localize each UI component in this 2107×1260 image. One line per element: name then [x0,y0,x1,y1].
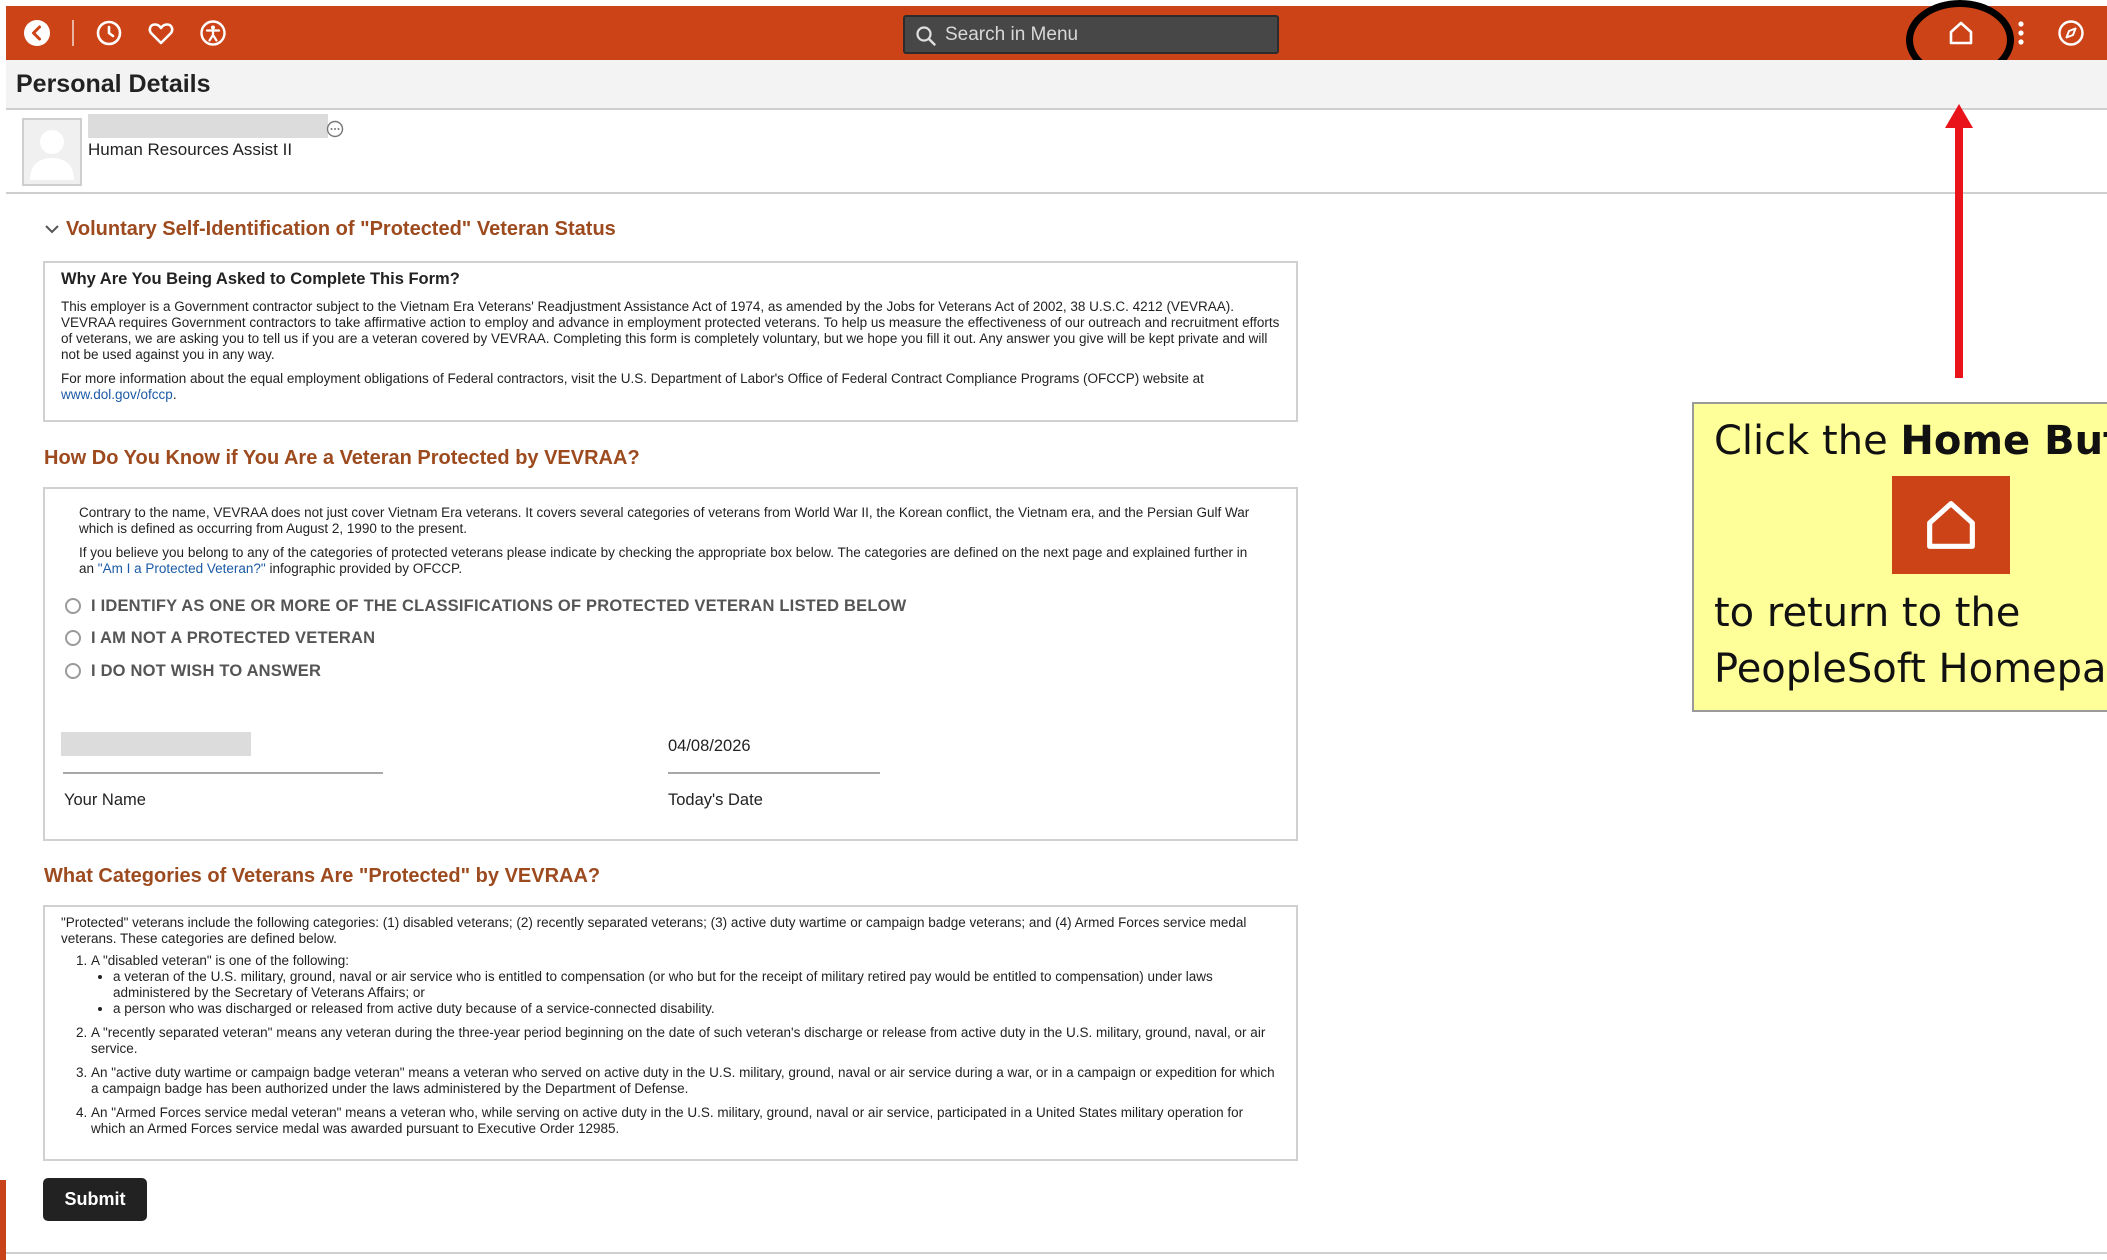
categories-intro-paragraph: "Protected" veterans include the followi… [61,915,1247,946]
accessibility-button[interactable] [196,16,230,50]
top-navigation-bar: Search in Menu [6,6,2107,60]
callout-line-1: Click the Home Button [1714,418,2107,464]
ofccp-info-text: For more information about the equal emp… [61,371,1204,386]
categories-instruction-paragraph: If you believe you belong to any of the … [79,545,1266,577]
radio-option-not-protected[interactable]: I AM NOT A PROTECTED VETERAN [65,630,375,646]
navigator-compass-icon [2058,20,2084,46]
veteran-categories-box: "Protected" veterans include the followi… [43,905,1298,1161]
why-asked-title: Why Are You Being Asked to Complete This… [61,270,460,288]
section-categories-title: What Categories of Veterans Are "Protect… [44,865,601,887]
why-asked-box: Why Are You Being Asked to Complete This… [43,261,1298,422]
section-veteran-status-header[interactable]: Voluntary Self-Identification of "Protec… [44,218,616,241]
veteran-status-form-box: Contrary to the name, VEVRAA does not ju… [43,487,1298,841]
avatar [22,118,82,186]
section-veteran-status-title: Voluntary Self-Identification of "Protec… [66,218,616,240]
back-icon [24,20,50,46]
back-button[interactable] [20,16,54,50]
chevron-down-icon [44,218,60,241]
toolbar-separator [72,20,74,46]
page-title-bar: Personal Details [6,60,2107,110]
categories-instruction-end: infographic provided by OFCCP. [265,561,463,576]
disabled-veteran-bullets: a veteran of the U.S. military, ground, … [113,969,1280,1017]
todays-date-label: Today's Date [668,791,763,809]
callout-line-3: PeopleSoft Homepage [1714,646,2107,692]
home-icon [1927,501,1975,549]
favorites-button[interactable] [144,16,178,50]
radio-label: I DO NOT WISH TO ANSWER [91,662,322,680]
list-item: a person who was discharged or released … [113,1001,1280,1017]
favorites-icon [148,23,174,45]
radio-button[interactable] [65,663,81,679]
protected-veteran-infographic-link[interactable]: "Am I a Protected Veteran?" [98,561,266,576]
callout-line-2: to return to the [1714,590,2021,636]
radio-button[interactable] [65,630,81,646]
category-item: An "active duty wartime or campaign badg… [91,1065,1280,1097]
categories-list: A "disabled veteran" is one of the follo… [79,953,1280,1137]
employee-profile-header: Human Resources Assist II [6,110,2107,194]
category-item: An "Armed Forces service medal veteran" … [91,1105,1280,1137]
callout-home-button-image [1892,476,2010,574]
history-icon [96,20,122,46]
search-input[interactable]: Search in Menu [903,15,1279,54]
vevraa-coverage-paragraph: Contrary to the name, VEVRAA does not ju… [79,505,1250,536]
category-disabled-text: A "disabled veteran" is one of the follo… [91,953,349,968]
your-name-label: Your Name [64,791,146,809]
more-options-icon [326,120,344,138]
ofccp-info-end: . [172,387,177,402]
callout-home-button-text: Home Button [1900,418,2107,464]
kebab-menu-icon [2018,21,2024,45]
search-icon [915,25,937,53]
category-item: A "recently separated veteran" means any… [91,1025,1280,1057]
ofccp-website-link[interactable]: www.dol.gov/ofccp [61,387,173,402]
navigator-button[interactable] [2054,16,2088,50]
your-name-value-redacted [61,732,251,756]
avatar-icon [30,130,74,180]
radio-label: I AM NOT A PROTECTED VETERAN [91,629,376,647]
todays-date-value: 04/08/2026 [668,737,751,755]
your-name-underline [63,772,383,774]
employee-name-redacted [88,114,328,138]
radio-option-identify[interactable]: I IDENTIFY AS ONE OR MORE OF THE CLASSIF… [65,598,906,614]
category-item: A "disabled veteran" is one of the follo… [91,953,1280,1017]
left-edge-accent [0,1180,6,1260]
radio-label: I IDENTIFY AS ONE OR MORE OF THE CLASSIF… [91,597,907,615]
related-actions-button[interactable] [326,120,344,143]
page-title: Personal Details [16,70,211,98]
employee-job-title: Human Resources Assist II [88,140,293,159]
instruction-callout: Click the Home Button to return to the P… [1692,402,2107,712]
ofccp-info-paragraph: For more information about the equal emp… [61,371,1280,403]
submit-button[interactable]: Submit [43,1178,147,1221]
section-how-know-title: How Do You Know if You Are a Veteran Pro… [44,447,640,469]
why-asked-paragraph: This employer is a Government contractor… [61,299,1280,362]
radio-option-no-answer[interactable]: I DO NOT WISH TO ANSWER [65,663,321,679]
todays-date-underline [668,772,880,774]
callout-line-1-text: Click the [1714,418,1901,464]
search-placeholder: Search in Menu [945,23,1079,45]
accessibility-icon [200,20,226,46]
screenshot-frame: Search in Menu Personal Details Human Re… [0,0,2107,1260]
radio-button[interactable] [65,598,81,614]
recent-places-button[interactable] [92,16,126,50]
page-bottom-border [6,1252,2107,1254]
annotation-arrow-shaft [1955,122,1963,378]
list-item: a veteran of the U.S. military, ground, … [113,969,1280,1001]
